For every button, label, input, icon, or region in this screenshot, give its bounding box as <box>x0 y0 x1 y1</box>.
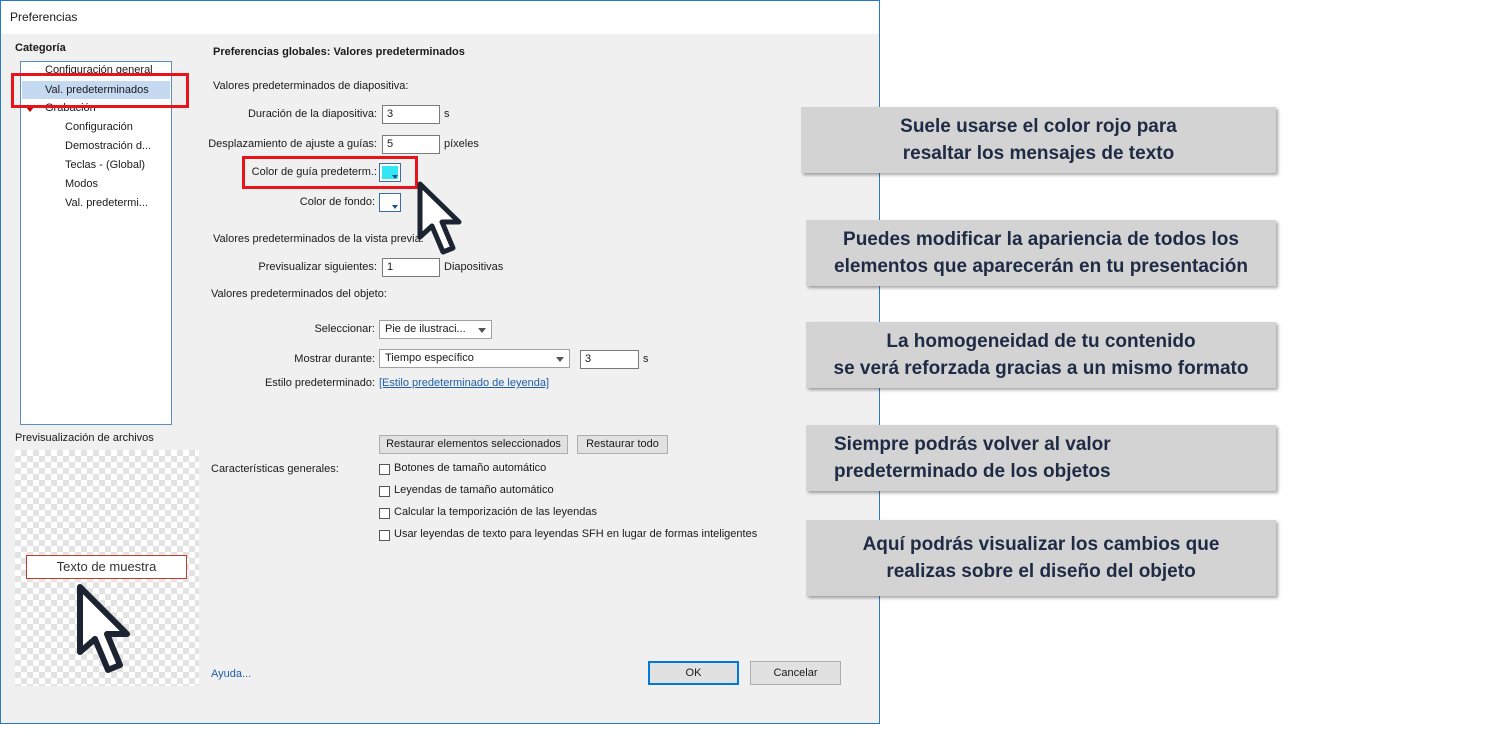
help-link[interactable]: Ayuda... <box>211 668 251 680</box>
cursor-arrow-icon <box>417 181 462 255</box>
page-title: Preferencias globales: Valores predeterm… <box>213 46 465 58</box>
checkbox-label: Usar leyendas de texto para leyendas SFH… <box>394 528 758 540</box>
snap-offset-label: Desplazamiento de ajuste a guías: <box>208 138 377 150</box>
select-label: Seleccionar: <box>314 323 375 335</box>
callout-line: Aquí podrás visualizar los cambios que <box>862 534 1220 555</box>
tree-item-rec-defaults[interactable]: Val. predetermi... <box>65 197 148 209</box>
default-style-label: Estilo predeterminado: <box>264 377 375 389</box>
restore-all-button[interactable]: Restaurar todo <box>577 435 668 454</box>
chevron-down-icon <box>478 328 486 333</box>
general-features-label: Características generales: <box>211 463 339 475</box>
callout-line: La homogeneidad de tu contenido <box>886 331 1196 352</box>
chevron-down-icon <box>556 357 564 362</box>
tree-item-demo[interactable]: Demostración d... <box>65 140 151 152</box>
snap-offset-unit: píxeles <box>444 138 479 150</box>
callout-line: realizas sobre el diseño del objeto <box>886 561 1196 582</box>
callout-restore: Siempre podrás volver al valor predeterm… <box>806 425 1276 491</box>
slide-duration-unit: s <box>444 108 450 120</box>
checkbox-auto-size-buttons[interactable] <box>379 464 390 475</box>
highlight-box-category <box>11 73 189 108</box>
default-style-link[interactable]: [Estilo predeterminado de leyenda] <box>379 377 549 389</box>
object-select-dropdown[interactable]: Pie de ilustraci... <box>379 320 492 339</box>
tree-item-modes[interactable]: Modos <box>65 178 98 190</box>
show-for-unit: s <box>643 353 649 365</box>
slide-duration-input[interactable]: 3 <box>382 105 440 124</box>
callout-red-highlight: Suele usarse el color rojo para resaltar… <box>801 107 1276 173</box>
tree-item-settings[interactable]: Configuración <box>65 121 133 133</box>
snap-offset-input[interactable]: 5 <box>382 135 440 154</box>
dropdown-arrow-icon <box>392 205 398 209</box>
callout-line: elementos que aparecerán en tu presentac… <box>834 256 1248 277</box>
object-select-value: Pie de ilustraci... <box>385 323 466 335</box>
file-preview: Texto de muestra <box>15 450 199 686</box>
show-for-label: Mostrar durante: <box>294 353 375 365</box>
callout-line: Siempre podrás volver al valor <box>834 434 1111 455</box>
show-for-time-input[interactable]: 3 <box>580 350 639 369</box>
preview-next-label: Previsualizar siguientes: <box>258 261 377 273</box>
sample-text-box: Texto de muestra <box>26 555 187 579</box>
restore-selected-button[interactable]: Restaurar elementos seleccionados <box>379 435 568 454</box>
preview-next-input[interactable]: 1 <box>382 258 440 277</box>
object-section-label: Valores predeterminados del objeto: <box>211 288 387 300</box>
checkbox-label: Botones de tamaño automático <box>394 462 547 474</box>
callout-line: resaltar los mensajes de texto <box>902 143 1175 164</box>
checkbox-label: Leyendas de tamaño automático <box>394 484 554 496</box>
callout-line: Suele usarse el color rojo para <box>900 116 1177 137</box>
bg-color-picker[interactable] <box>379 193 401 212</box>
show-for-dropdown[interactable]: Tiempo específico <box>379 349 570 368</box>
checkbox-label: Calcular la temporización de las leyenda… <box>394 506 597 518</box>
checkbox-auto-size-captions[interactable] <box>379 486 390 497</box>
window-title: Preferencias <box>1 1 879 34</box>
category-header: Categoría <box>15 42 66 54</box>
slide-duration-label: Duración de la diapositiva: <box>247 108 377 120</box>
cancel-button[interactable]: Cancelar <box>750 661 841 685</box>
callout-line: Puedes modificar la apariencia de todos … <box>843 229 1239 250</box>
bg-color-label: Color de fondo: <box>299 196 375 208</box>
preview-section-label: Valores predeterminados de la vista prev… <box>213 233 424 245</box>
ok-button[interactable]: OK <box>648 661 739 685</box>
preferences-dialog: Preferencias Categoría Configuración gen… <box>0 0 880 724</box>
highlight-box-guide-color <box>242 156 418 189</box>
checkbox-caption-timing[interactable] <box>379 508 390 519</box>
checkbox-text-captions-sfh[interactable] <box>379 530 390 541</box>
slide-section-label: Valores predeterminados de diapositiva: <box>213 80 409 92</box>
callout-consistency: La homogeneidad de tu contenido se verá … <box>806 322 1276 388</box>
cursor-arrow-icon <box>77 584 130 673</box>
callout-appearance: Puedes modificar la apariencia de todos … <box>806 220 1276 286</box>
preview-label: Previsualización de archivos <box>15 432 154 444</box>
callout-line: se verá reforzada gracias a un mismo for… <box>833 358 1249 379</box>
tree-item-keys[interactable]: Teclas - (Global) <box>65 159 145 171</box>
show-for-value: Tiempo específico <box>385 352 474 364</box>
preview-next-unit: Diapositivas <box>444 261 504 273</box>
category-tree[interactable]: Configuración general Val. predeterminad… <box>20 61 172 425</box>
callout-preview: Aquí podrás visualizar los cambios que r… <box>806 520 1276 596</box>
callout-line: predeterminado de los objetos <box>834 461 1111 482</box>
